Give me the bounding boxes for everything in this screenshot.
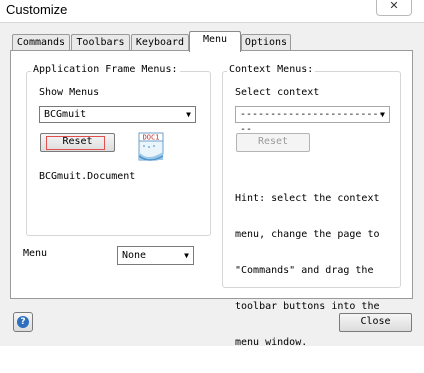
menu-option-value: None xyxy=(122,250,147,261)
tab-panel: Application Frame Menus: Show Menus BCGm… xyxy=(10,50,413,348)
menu-option-select[interactable]: None ▼ xyxy=(117,246,194,265)
show-menus-label: Show Menus xyxy=(39,87,100,98)
chevron-down-icon: ▼ xyxy=(186,110,191,119)
reset-context-button[interactable]: Reset xyxy=(236,133,310,152)
reset-menu-button[interactable]: Reset xyxy=(40,133,115,152)
select-context-dropdown[interactable]: -------------------------- ▼ xyxy=(235,106,390,135)
context-menus-label: Context Menus: xyxy=(227,64,316,75)
chevron-down-icon: ▼ xyxy=(184,251,189,260)
tab-options[interactable]: Options xyxy=(241,34,291,51)
document-icon: DOC1 xyxy=(135,130,169,164)
window-title: Customize xyxy=(6,2,68,17)
help-button[interactable]: ? xyxy=(13,312,33,332)
hint-line: "Commands" and drag the xyxy=(235,265,374,276)
hint-line: menu window. xyxy=(235,337,308,348)
document-template-label: BCGmuit.Document xyxy=(39,171,136,182)
app-frame-menus-label: Application Frame Menus: xyxy=(31,64,180,75)
help-icon: ? xyxy=(17,316,29,328)
close-window-button[interactable]: ✕ xyxy=(376,0,412,16)
focus-rectangle xyxy=(46,136,105,150)
show-menus-value: BCGmuit xyxy=(44,109,87,120)
tab-commands[interactable]: Commands xyxy=(12,34,70,51)
chevron-down-icon: ▼ xyxy=(380,110,385,119)
doc-icon-caption: DOC1 xyxy=(143,134,160,142)
hint-line: menu, change the page to xyxy=(235,229,380,240)
tab-menu[interactable]: Menu xyxy=(189,31,241,52)
tab-toolbars[interactable]: Toolbars xyxy=(71,34,130,51)
hint-line: Hint: select the context xyxy=(235,193,380,204)
hint-text: Hint: select the context menu, change th… xyxy=(235,169,380,373)
tab-keyboard[interactable]: Keyboard xyxy=(131,34,189,51)
select-context-label: Select context xyxy=(235,87,320,98)
title-bar: Customize ✕ xyxy=(0,0,424,22)
menu-option-label: Menu xyxy=(23,248,48,259)
show-menus-select[interactable]: BCGmuit ▼ xyxy=(39,106,196,123)
hint-line: toolbar buttons into the xyxy=(235,301,380,312)
